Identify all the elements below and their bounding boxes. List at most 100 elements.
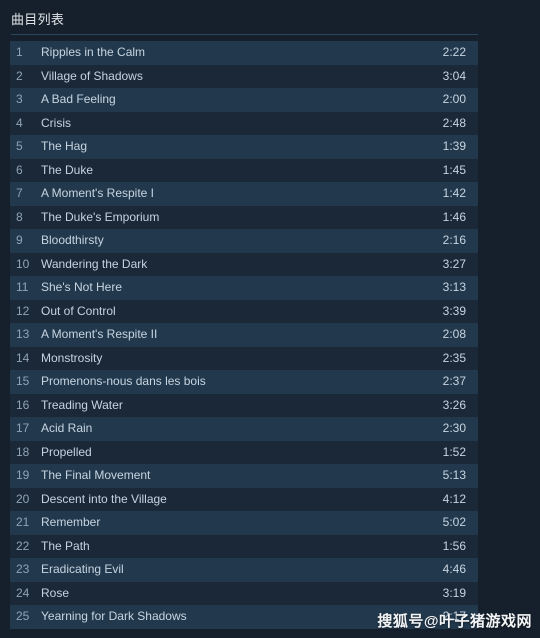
track-duration: 2:00	[442, 92, 466, 106]
track-duration: 2:16	[442, 233, 466, 247]
track-row[interactable]: 24 Rose 3:19	[10, 581, 478, 605]
panel-header: 曲目列表	[0, 0, 540, 41]
track-row[interactable]: 16 Treading Water 3:26	[10, 393, 478, 417]
track-number: 10	[16, 256, 30, 271]
track-title: The Duke's Emporium	[41, 209, 160, 224]
track-number: 20	[16, 491, 30, 506]
track-row[interactable]: 1 Ripples in the Calm 2:22	[10, 41, 478, 65]
track-number: 8	[16, 209, 23, 224]
track-duration: 3:13	[442, 280, 466, 294]
track-number: 18	[16, 444, 30, 459]
header-divider	[11, 34, 478, 35]
track-duration: 1:45	[442, 162, 466, 177]
track-title: A Bad Feeling	[41, 92, 116, 106]
track-duration: 3:19	[442, 585, 466, 600]
track-title: Village of Shadows	[41, 68, 143, 83]
track-number: 25	[16, 609, 30, 623]
track-title: The Duke	[41, 162, 94, 177]
track-duration: 4:46	[442, 562, 466, 576]
track-number: 15	[16, 374, 30, 388]
track-title: Bloodthirsty	[41, 233, 104, 247]
track-number: 3	[16, 92, 23, 106]
track-duration: 2:30	[442, 421, 466, 435]
page-title: 曲目列表	[11, 12, 65, 27]
track-row[interactable]: 3 A Bad Feeling 2:00	[10, 88, 478, 112]
track-duration: 5:13	[442, 468, 466, 482]
track-duration: 5:02	[442, 515, 466, 529]
track-row[interactable]: 11 She's Not Here 3:13	[10, 276, 478, 300]
track-title: Promenons-nous dans les bois	[41, 374, 206, 388]
track-title: She's Not Here	[41, 280, 122, 294]
track-row[interactable]: 22 The Path 1:56	[10, 534, 478, 558]
track-number: 16	[16, 397, 30, 412]
track-row[interactable]: 19 The Final Movement 5:13	[10, 464, 478, 488]
track-title: Ripples in the Calm	[41, 45, 146, 59]
track-row[interactable]: 17 Acid Rain 2:30	[10, 417, 478, 441]
track-row[interactable]: 12 Out of Control 3:39	[10, 299, 478, 323]
track-title: The Path	[41, 538, 90, 553]
track-title: Descent into the Village	[41, 491, 167, 506]
track-row[interactable]: 23 Eradicating Evil 4:46	[10, 558, 478, 582]
track-number: 22	[16, 538, 30, 553]
track-title: A Moment's Respite I	[41, 186, 155, 200]
track-number: 4	[16, 115, 23, 130]
track-row[interactable]: 15 Promenons-nous dans les bois 2:37	[10, 370, 478, 394]
track-row[interactable]: 4 Crisis 2:48	[10, 111, 478, 135]
track-title: Acid Rain	[41, 421, 93, 435]
track-title: A Moment's Respite II	[41, 327, 158, 341]
track-number: 23	[16, 562, 30, 576]
track-title: Wandering the Dark	[41, 256, 148, 271]
track-row[interactable]: 5 The Hag 1:39	[10, 135, 478, 159]
track-number: 5	[16, 139, 23, 153]
track-duration: 3:04	[442, 68, 466, 83]
track-number: 17	[16, 421, 30, 435]
track-duration: 3:27	[442, 256, 466, 271]
track-duration: 1:39	[442, 139, 466, 153]
track-duration: 3:39	[442, 303, 466, 318]
track-duration: 2:35	[442, 350, 466, 365]
track-row[interactable]: 2 Village of Shadows 3:04	[10, 64, 478, 88]
track-number: 12	[16, 303, 30, 318]
track-duration: 1:56	[442, 538, 466, 553]
track-row[interactable]: 10 Wandering the Dark 3:27	[10, 252, 478, 276]
track-duration: 2:22	[442, 45, 466, 59]
track-duration: 2:48	[442, 115, 466, 130]
track-number: 21	[16, 515, 30, 529]
track-row[interactable]: 9 Bloodthirsty 2:16	[10, 229, 478, 253]
track-title: Propelled	[41, 444, 92, 459]
track-duration: 1:52	[442, 444, 466, 459]
track-title: Eradicating Evil	[41, 562, 124, 576]
soundtrack-panel: 曲目列表 1 Ripples in the Calm 2:22 2 Village of…	[0, 0, 540, 638]
track-title: Monstrosity	[41, 350, 103, 365]
track-title: Out of Control	[41, 303, 116, 318]
track-title: Yearning for Dark Shadows	[41, 609, 187, 623]
track-number: 24	[16, 585, 30, 600]
track-title: Crisis	[41, 115, 71, 130]
track-row[interactable]: 21 Remember 5:02	[10, 511, 478, 535]
track-number: 1	[16, 45, 23, 59]
track-number: 19	[16, 468, 30, 482]
track-number: 14	[16, 350, 30, 365]
track-row[interactable]: 25 Yearning for Dark Shadows 2:17	[10, 605, 478, 629]
track-row[interactable]: 13 A Moment's Respite II 2:08	[10, 323, 478, 347]
track-row[interactable]: 18 Propelled 1:52	[10, 440, 478, 464]
track-number: 9	[16, 233, 23, 247]
track-list: 1 Ripples in the Calm 2:22 2 Village of Shad…	[10, 41, 478, 629]
track-duration: 3:26	[442, 397, 466, 412]
track-row[interactable]: 14 Monstrosity 2:35	[10, 346, 478, 370]
track-row[interactable]: 20 Descent into the Village 4:12	[10, 487, 478, 511]
track-title: The Hag	[41, 139, 88, 153]
track-duration: 2:37	[442, 374, 466, 388]
track-title: Treading Water	[41, 397, 123, 412]
track-row[interactable]: 7 A Moment's Respite I 1:42	[10, 182, 478, 206]
track-duration: 1:42	[442, 186, 466, 200]
track-duration: 2:17	[442, 609, 466, 623]
track-row[interactable]: 8 The Duke's Emporium 1:46	[10, 205, 478, 229]
track-row[interactable]: 6 The Duke 1:45	[10, 158, 478, 182]
track-number: 13	[16, 327, 30, 341]
track-number: 11	[16, 280, 29, 294]
track-number: 2	[16, 68, 23, 83]
track-title: Rose	[41, 585, 70, 600]
track-duration: 2:08	[442, 327, 466, 341]
track-number: 6	[16, 162, 23, 177]
